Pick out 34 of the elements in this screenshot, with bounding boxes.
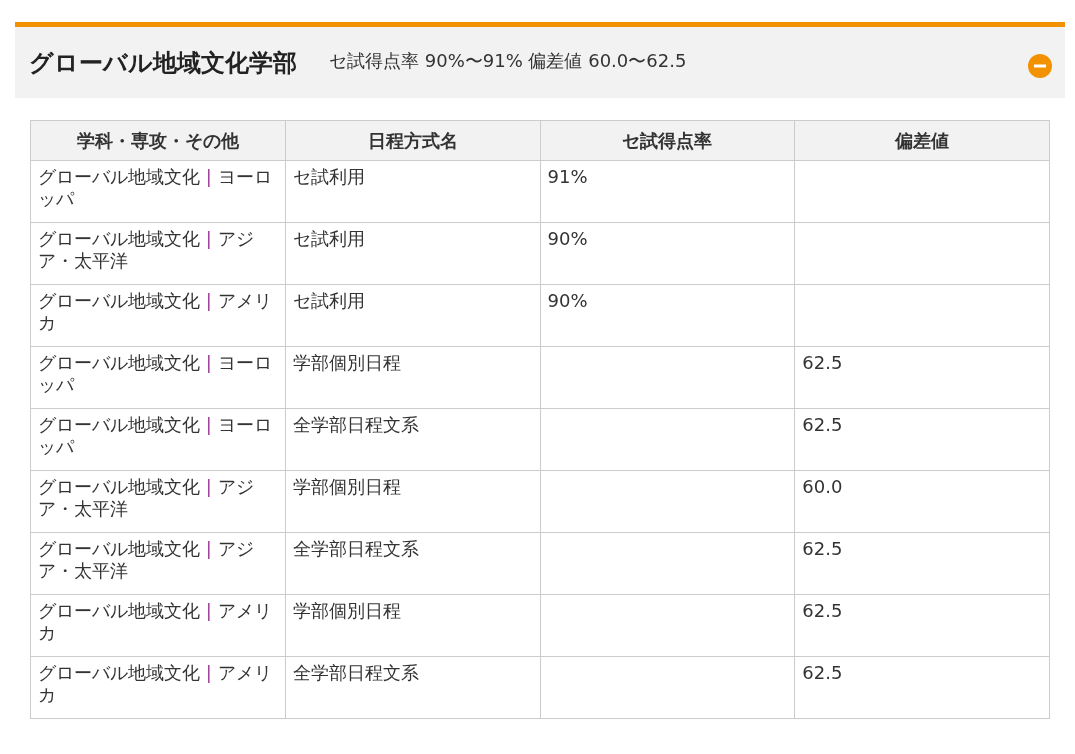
table-cell: グローバル地域文化 | アメリカ bbox=[30, 284, 286, 347]
table-cell: グローバル地域文化 | アメリカ bbox=[30, 594, 286, 657]
table-cell: グローバル地域文化 | アジア・太平洋 bbox=[30, 532, 286, 595]
section-title: グローバル地域文化学部 bbox=[29, 47, 297, 79]
table-cell: セ試利用 bbox=[285, 160, 540, 223]
table-cell: 90% bbox=[540, 284, 795, 347]
table-cell: 全学部日程文系 bbox=[285, 408, 540, 471]
column-header: 学科・専攻・その他 bbox=[30, 120, 286, 161]
table-cell: 62.5 bbox=[794, 656, 1050, 719]
table-cell: 学部個別日程 bbox=[285, 346, 540, 409]
table-cell: 学部個別日程 bbox=[285, 470, 540, 533]
table-cell: 62.5 bbox=[794, 408, 1050, 471]
column-header: 偏差値 bbox=[794, 120, 1050, 161]
table-cell: 全学部日程文系 bbox=[285, 532, 540, 595]
column-header: 日程方式名 bbox=[285, 120, 540, 161]
table-cell: グローバル地域文化 | ヨーロッパ bbox=[30, 346, 286, 409]
table-cell: 学部個別日程 bbox=[285, 594, 540, 657]
table-cell: セ試利用 bbox=[285, 284, 540, 347]
table-cell: グローバル地域文化 | アメリカ bbox=[30, 656, 286, 719]
table-cell: 全学部日程文系 bbox=[285, 656, 540, 719]
table-cell: 62.5 bbox=[794, 346, 1050, 409]
table-cell: 60.0 bbox=[794, 470, 1050, 533]
table-cell: 62.5 bbox=[794, 532, 1050, 595]
table-cell: 62.5 bbox=[794, 594, 1050, 657]
table-cell: グローバル地域文化 | ヨーロッパ bbox=[30, 408, 286, 471]
table-cell: グローバル地域文化 | アジア・太平洋 bbox=[30, 222, 286, 285]
section-summary: セ試得点率 90%〜91% 偏差値 60.0〜62.5 bbox=[329, 48, 687, 73]
table-cell: 90% bbox=[540, 222, 795, 285]
table-cell: セ試利用 bbox=[285, 222, 540, 285]
table-cell: グローバル地域文化 | アジア・太平洋 bbox=[30, 470, 286, 533]
table-cell: 91% bbox=[540, 160, 795, 223]
collapse-icon[interactable] bbox=[1028, 53, 1052, 78]
column-header: セ試得点率 bbox=[540, 120, 795, 161]
table-cell: グローバル地域文化 | ヨーロッパ bbox=[30, 160, 286, 223]
